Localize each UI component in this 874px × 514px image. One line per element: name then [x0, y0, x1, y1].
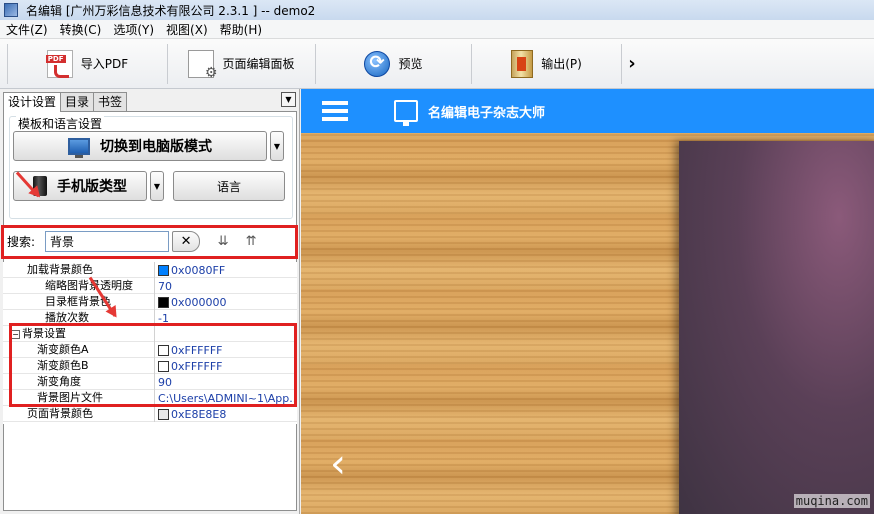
chevron-left-icon[interactable]: ‹ [323, 441, 353, 487]
output-button[interactable]: 输出(P) [472, 43, 622, 84]
monitor-logo-icon [394, 100, 418, 126]
property-row[interactable]: 缩略图背景透明度 70 [3, 278, 297, 294]
property-value-text: 0xE8E8E8 [171, 407, 227, 421]
property-value[interactable]: 0xE8E8E8 [155, 406, 297, 422]
background-settings-highlight-box [9, 323, 297, 407]
language-button[interactable]: 语言 [173, 171, 285, 201]
property-name-text: 页面背景颜色 [27, 407, 93, 420]
import-pdf-label: 导入PDF [80, 57, 129, 71]
page-edit-icon [188, 49, 217, 81]
hamburger-menu-icon[interactable] [322, 101, 348, 121]
book-page [679, 141, 874, 514]
chevron-right-icon[interactable]: › [622, 44, 642, 84]
property-row[interactable]: 目录框背景色 0x000000 [3, 294, 297, 310]
monitor-icon [68, 137, 90, 158]
switch-desktop-mode-button[interactable]: 切换到电脑版模式 [13, 131, 267, 161]
brand-name: 名编辑电子杂志大师 [428, 105, 546, 121]
menu-view[interactable]: 视图(X) [160, 21, 214, 38]
output-icon [511, 49, 534, 78]
menu-file[interactable]: 文件(Z) [0, 21, 54, 38]
property-row[interactable]: 页面背景颜色 0xE8E8E8 [3, 406, 297, 422]
property-value-text: 0x0080FF [171, 263, 226, 277]
mobile-type-dropdown[interactable]: ▼ [150, 171, 164, 201]
pdf-icon [45, 49, 73, 78]
property-name: 页面背景颜色 [3, 406, 155, 422]
desktop-mode-dropdown[interactable]: ▼ [270, 131, 284, 161]
page-editor-label: 页面编辑面板 [222, 57, 295, 71]
property-name: 加载背景颜色 [3, 262, 155, 278]
menu-options[interactable]: 选项(Y) [107, 21, 160, 38]
search-highlight-box [1, 225, 298, 259]
mobile-type-label: 手机版类型 [57, 179, 127, 195]
property-value-text: 70 [158, 279, 172, 293]
color-swatch[interactable] [158, 264, 169, 276]
switch-desktop-mode-label: 切换到电脑版模式 [100, 139, 212, 155]
menu-convert[interactable]: 转换(C) [54, 21, 108, 38]
property-name: 目录框背景色 [3, 294, 155, 310]
color-swatch[interactable] [158, 408, 169, 420]
tab-bookmarks[interactable]: 书签 [93, 92, 128, 111]
property-name-text: 缩略图背景透明度 [45, 279, 133, 292]
window-title: 名编辑 [广州万彩信息技术有限公司 2.3.1 ] -- demo2 [26, 3, 316, 18]
app-icon [4, 3, 18, 17]
page-editor-button[interactable]: 页面编辑面板 [168, 43, 316, 84]
property-value[interactable]: 0x0080FF [155, 262, 297, 278]
toolbar: 导入PDF 页面编辑面板 预览 输出(P) › [0, 39, 874, 89]
property-value[interactable]: 70 [155, 278, 297, 294]
menu-bar: 文件(Z) 转换(C) 选项(Y) 视图(X) 帮助(H) [0, 20, 874, 39]
group-label: 模板和语言设置 [16, 115, 105, 132]
color-swatch[interactable] [158, 296, 169, 308]
property-row[interactable]: 加载背景颜色 0x0080FF [3, 262, 297, 278]
template-language-group: 模板和语言设置 切换到电脑版模式 ▼ 手机版类型 ▼ 语言 [9, 115, 293, 219]
watermark: muqina.com [793, 494, 870, 508]
menu-help[interactable]: 帮助(H) [214, 21, 268, 38]
tab-design-settings[interactable]: 设计设置 [3, 92, 62, 112]
preview-label: 预览 [398, 57, 423, 71]
toolbar-grip [0, 43, 8, 84]
refresh-icon [364, 50, 391, 77]
property-value-text: 0x000000 [171, 295, 227, 309]
settings-panel: 设计设置 目录 书签 ▼ 模板和语言设置 切换到电脑版模式 ▼ 手机版类型 ▼ … [0, 89, 300, 514]
panel-menu-dropdown[interactable]: ▼ [281, 92, 296, 107]
output-label: 输出(P) [541, 57, 582, 71]
title-bar: 名编辑 [广州万彩信息技术有限公司 2.3.1 ] -- demo2 [0, 0, 874, 20]
tab-strip: 设计设置 目录 书签 [3, 92, 128, 112]
tab-contents[interactable]: 目录 [60, 92, 95, 111]
language-label: 语言 [216, 179, 241, 194]
preview-area: 名编辑电子杂志大师 ‹ muqina.com [301, 89, 874, 514]
preview-button[interactable]: 预览 [316, 43, 472, 84]
property-value[interactable]: 0x000000 [155, 294, 297, 310]
property-name-text: 加载背景颜色 [27, 263, 93, 276]
property-name: 缩略图背景透明度 [3, 278, 155, 294]
import-pdf-button[interactable]: 导入PDF [8, 43, 168, 84]
preview-header: 名编辑电子杂志大师 [301, 89, 874, 133]
